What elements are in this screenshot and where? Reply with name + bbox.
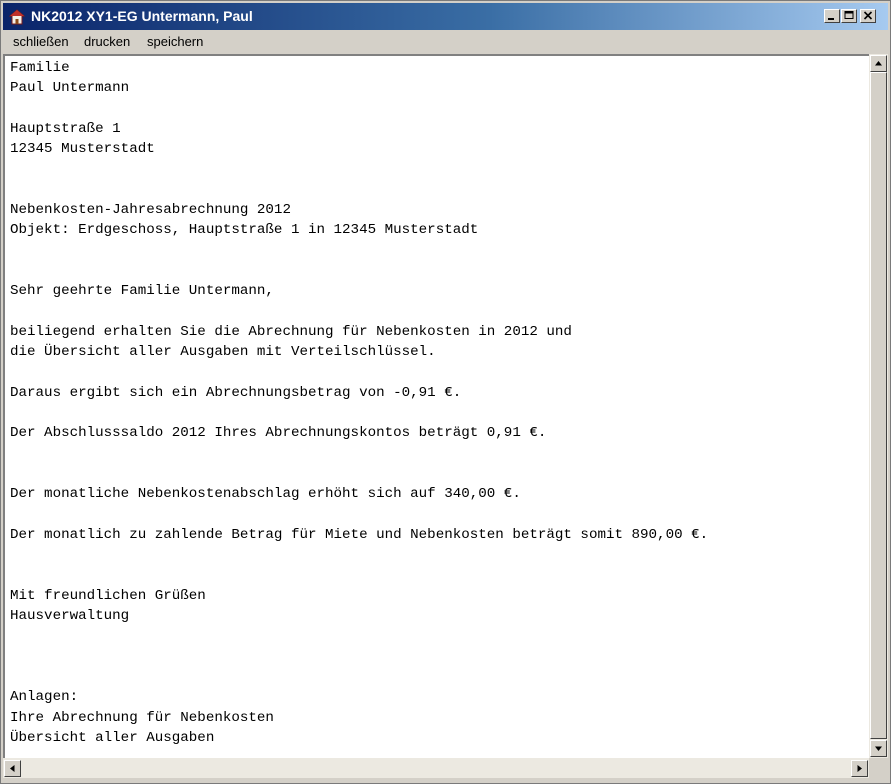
document-line: Anlagen:: [10, 689, 79, 706]
vertical-scroll-thumb[interactable]: [870, 72, 887, 739]
document-line: Der monatlich zu zahlende Betrag für Mie…: [10, 526, 709, 543]
app-window: NK2012 XY1-EG Untermann, Paul schließen …: [0, 0, 891, 784]
vertical-scrollbar[interactable]: [869, 54, 888, 758]
document-line: Daraus ergibt sich ein Abrechnungsbetrag…: [10, 384, 462, 401]
arrow-right-icon: [857, 765, 862, 772]
document-line: Paul Untermann: [10, 80, 130, 97]
document-line: Hauptstraße 1: [10, 120, 121, 137]
window-title: NK2012 XY1-EG Untermann, Paul: [31, 8, 253, 24]
title-bar[interactable]: NK2012 XY1-EG Untermann, Paul: [3, 3, 888, 30]
document-line: Mit freundlichen Grüßen: [10, 587, 206, 604]
document-line: Der Abschlusssaldo 2012 Ihres Abrechnung…: [10, 425, 547, 442]
size-grip[interactable]: [869, 758, 888, 778]
text-editor[interactable]: Familie Paul Untermann Hauptstraße 1 12345 …: [3, 54, 869, 758]
document-line: die Übersicht aller Ausgaben mit Verteil…: [10, 344, 436, 361]
document-line: Hausverwaltung: [10, 608, 130, 625]
maximize-button[interactable]: [841, 9, 857, 23]
menu-close[interactable]: schließen: [13, 34, 69, 49]
document-line: Sehr geehrte Familie Untermann,: [10, 283, 274, 300]
document-line: Familie: [10, 60, 70, 76]
document-line: Übersicht aller Ausgaben: [10, 729, 215, 746]
maximize-icon: [844, 11, 854, 19]
scroll-right-button[interactable]: [851, 760, 868, 777]
scroll-down-button[interactable]: [870, 740, 887, 757]
scroll-up-button[interactable]: [870, 55, 887, 72]
arrow-left-icon: [10, 765, 15, 772]
close-icon: [863, 11, 873, 20]
document-line: Objekt: Erdgeschoss, Hauptstraße 1 in 12…: [10, 222, 479, 239]
document-line: Ihre Abrechnung für Nebenkosten: [10, 709, 274, 726]
document-line: 12345 Musterstadt: [10, 141, 155, 158]
document-line: Nebenkosten-Jahresabrechnung 2012: [10, 202, 291, 219]
menu-print[interactable]: drucken: [84, 34, 130, 49]
menu-bar: schließen drucken speichern: [3, 31, 888, 53]
scroll-left-button[interactable]: [4, 760, 21, 777]
horizontal-scrollbar[interactable]: [3, 758, 869, 778]
minimize-icon: [828, 18, 834, 20]
document-text: Familie Paul Untermann Hauptstraße 1 12345 …: [10, 58, 708, 748]
minimize-button[interactable]: [824, 9, 840, 23]
close-button[interactable]: [860, 9, 876, 23]
arrow-up-icon: [875, 61, 882, 66]
house-icon[interactable]: [8, 9, 26, 25]
document-line: Der monatliche Nebenkostenabschlag erhöh…: [10, 486, 521, 503]
document-line: beiliegend erhalten Sie die Abrechnung f…: [10, 323, 572, 340]
arrow-down-icon: [875, 746, 882, 751]
menu-save[interactable]: speichern: [147, 34, 203, 49]
